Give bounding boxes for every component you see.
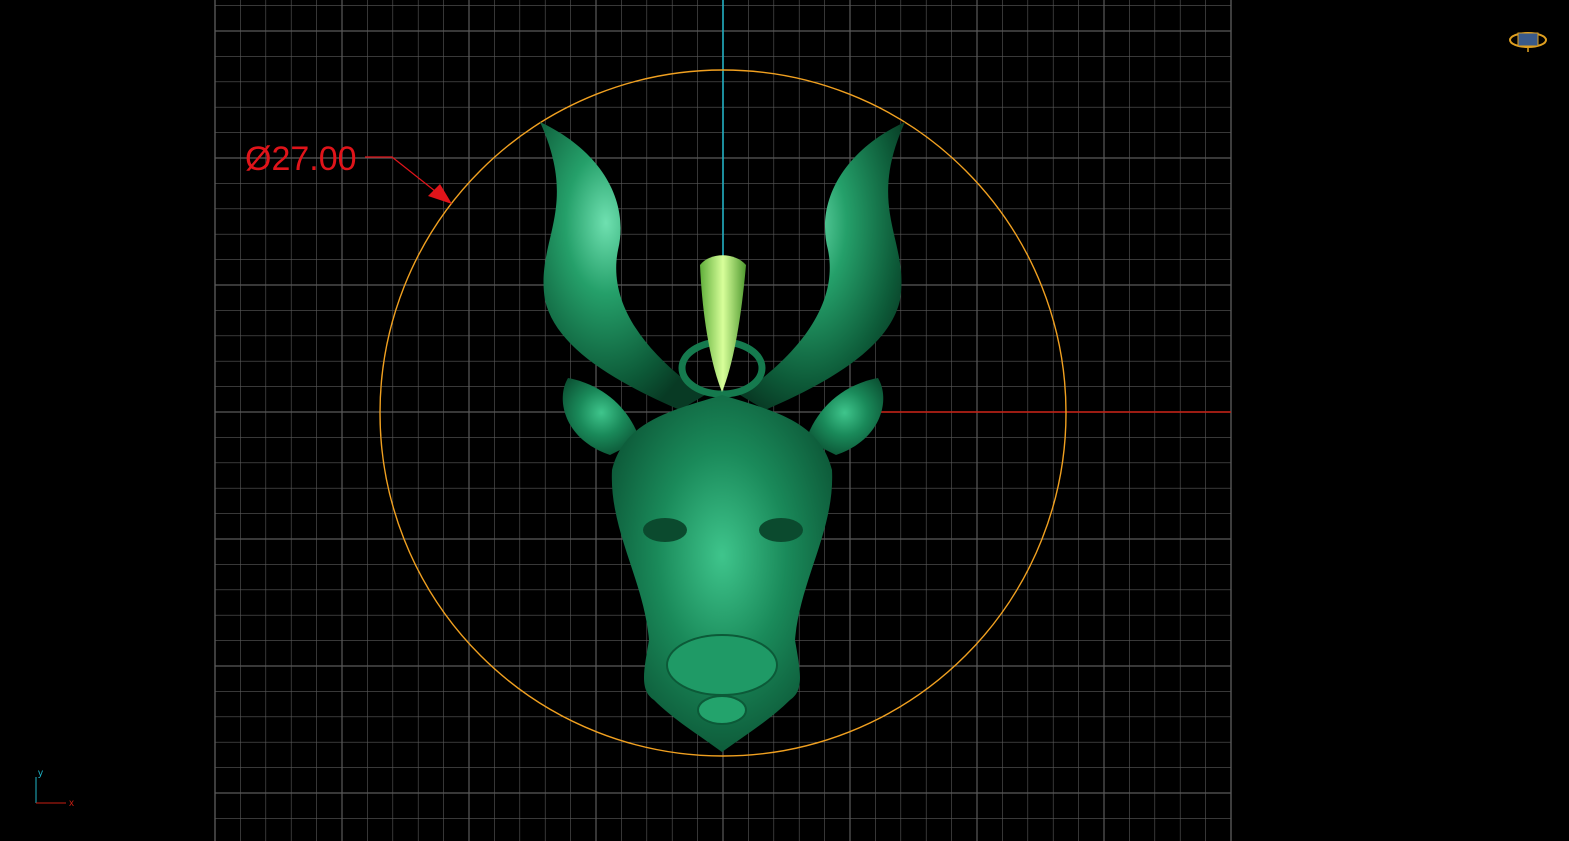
axis-y-label: y [38,768,43,779]
axis-x-label: x [69,798,74,809]
dimension-annotation[interactable]: Ø27.00 [245,140,452,204]
left-eye [643,518,687,542]
scene-canvas[interactable]: Ø27.00 y x [0,0,1569,841]
right-eye [759,518,803,542]
axis-indicator: y x [35,768,74,809]
dimension-leader [365,156,441,196]
view-cube-icon[interactable] [1509,32,1547,52]
dimension-arrowhead [428,184,452,204]
dimension-label: Ø27.00 [245,140,357,178]
muzzle [666,634,778,696]
bail [700,255,746,392]
viewport[interactable]: Ø27.00 y x [0,0,1569,841]
chin [697,695,747,725]
